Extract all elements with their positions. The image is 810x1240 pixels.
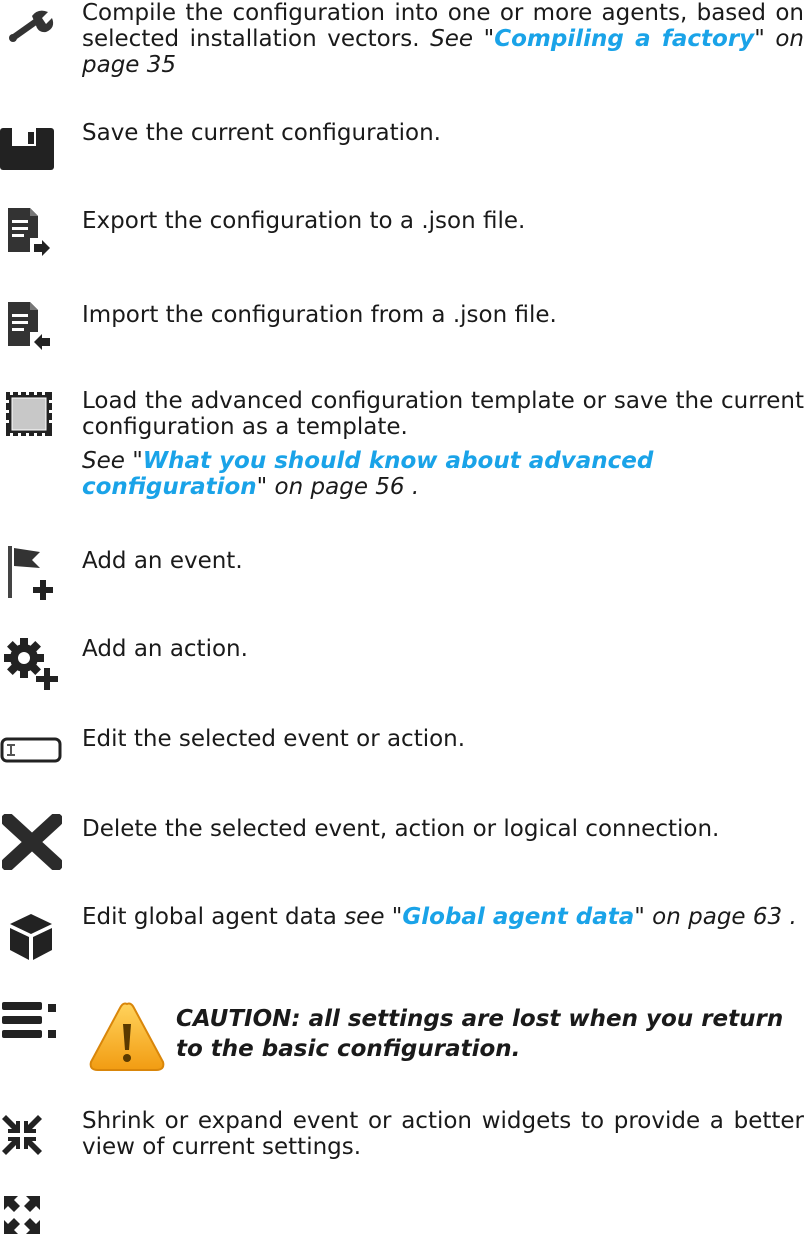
floppy-disk-icon [0, 128, 54, 170]
edit-field-icon [0, 737, 62, 763]
template-description: Load the advanced configuration template… [82, 388, 804, 500]
compile-description: Compile the configuration into one or mo… [82, 0, 805, 78]
shrink-expand-description: Shrink or expand event or action widgets… [82, 1108, 804, 1160]
global-data-cube-icon [10, 914, 52, 960]
add-event-flag-icon [8, 546, 53, 600]
edit-description: Edit the selected event or action. [82, 726, 466, 752]
template-icon [6, 392, 52, 436]
delete-x-icon [2, 814, 62, 870]
compiling-a-factory-link[interactable]: Compiling a factory [494, 26, 754, 52]
expand-icon [4, 1196, 40, 1234]
basic-config-menu-icon [2, 1002, 56, 1038]
global-data-description: Edit global agent data see "Global agent… [82, 904, 797, 930]
global-agent-data-link[interactable]: Global agent data [402, 904, 634, 930]
save-description: Save the current configuration. [82, 120, 441, 146]
caution-text: CAUTION: all settings are lost when you … [176, 1006, 784, 1062]
export-description: Export the configuration to a .json file… [82, 208, 526, 234]
import-description: Import the configuration from a .json fi… [82, 302, 557, 328]
add-action-gear-icon [4, 638, 58, 690]
wrench-icon [9, 10, 54, 42]
import-file-icon [8, 302, 50, 350]
delete-description: Delete the selected event, action or log… [82, 816, 720, 842]
export-file-icon [8, 208, 50, 256]
shrink-icon [2, 1115, 42, 1155]
add-action-description: Add an action. [82, 636, 248, 662]
add-event-description: Add an event. [82, 548, 243, 574]
warning-triangle-icon [89, 1002, 165, 1071]
